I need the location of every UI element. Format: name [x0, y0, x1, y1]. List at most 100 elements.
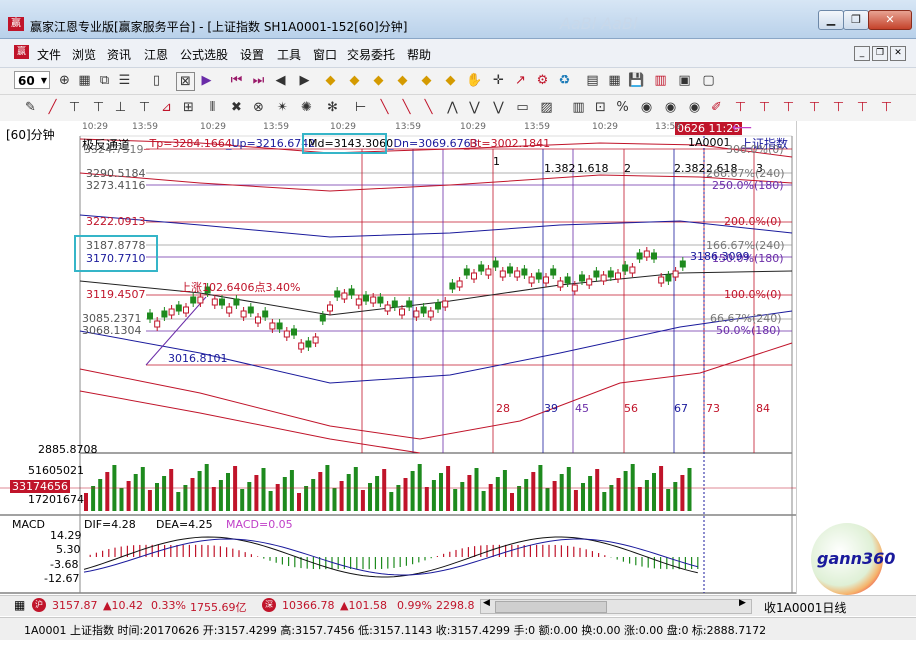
tool-k-icon[interactable]: ✺ [298, 99, 315, 116]
copy-icon[interactable]: ⧉ [96, 72, 113, 89]
app-menu-icon[interactable]: 赢 [14, 45, 29, 59]
menu-news[interactable]: 资讯 [107, 46, 131, 63]
candle-icon[interactable]: ▯ [148, 72, 165, 89]
maximize-button[interactable]: ❐ [843, 10, 869, 30]
quote-2-amount: 2298.8 [436, 599, 475, 612]
menu-formula[interactable]: 公式选股 [180, 46, 228, 63]
first-icon[interactable]: ⏮ [228, 72, 245, 89]
tool-aa-icon[interactable]: ✐ [708, 99, 725, 116]
menu-gann[interactable]: 江恩 [144, 46, 168, 63]
period-select[interactable]: 60 ▼ [14, 71, 50, 89]
chart-area[interactable]: [60]分钟 极反通道 _Tp=3284.1664 _Up=3216.6742 … [0, 120, 796, 594]
window-icon[interactable]: ▢ [700, 72, 717, 89]
tool-g-icon[interactable]: ⦀ [204, 99, 221, 116]
candle-body [557, 280, 564, 288]
tool-q-icon[interactable]: ⋀ [444, 99, 461, 116]
table-icon[interactable]: ▦ [606, 72, 623, 89]
menu-tools[interactable]: 工具 [277, 46, 301, 63]
diamond-5-icon[interactable]: ◆ [418, 72, 435, 89]
menu-settings[interactable]: 设置 [240, 46, 264, 63]
tool-p-icon[interactable]: ╲ [420, 99, 437, 116]
macd-name: MACD [12, 518, 45, 531]
daily-tab[interactable]: 收1A0001日线 [764, 599, 846, 616]
tool-a-icon[interactable]: ⊤ [66, 99, 83, 116]
horizontal-scrollbar[interactable]: ◀ ▶ [480, 598, 752, 614]
mdi-close-button[interactable]: ✕ [890, 46, 906, 61]
tool-z-icon[interactable]: ◉ [686, 99, 703, 116]
candle-body [197, 296, 204, 304]
tool-e-icon[interactable]: ⊿ [158, 99, 175, 116]
grid-icon[interactable]: ▦ [76, 72, 93, 89]
mdi-restore-button[interactable]: ❐ [872, 46, 888, 61]
diamond-2-icon[interactable]: ◆ [346, 72, 363, 89]
scroll-thumb[interactable] [495, 601, 607, 613]
tool-ag-icon[interactable]: ⊤ [854, 99, 871, 116]
cross-icon[interactable]: ⊠ [176, 72, 195, 91]
chart-red-icon[interactable]: ▥ [652, 72, 669, 89]
chart-icon[interactable]: ▣ [676, 72, 693, 89]
tool-af-icon[interactable]: ⊤ [830, 99, 847, 116]
volume-bar [190, 478, 195, 511]
pen-icon[interactable]: ✎ [22, 99, 39, 116]
gann-fan-icon[interactable]: ⚙ [534, 72, 551, 89]
tool-u-icon[interactable]: ▨ [538, 99, 555, 116]
tool-d-icon[interactable]: ⊤ [136, 99, 153, 116]
tool-b-icon[interactable]: ⊤ [90, 99, 107, 116]
scroll-right-icon[interactable]: ▶ [739, 598, 746, 608]
percent-icon[interactable]: % [614, 99, 631, 116]
close-button[interactable]: ✕ [868, 10, 912, 30]
cycle-icon[interactable]: ♻ [556, 72, 573, 89]
line-icon[interactable]: ╱ [44, 99, 61, 116]
tool-s-icon[interactable]: ⋁ [490, 99, 507, 116]
calendar-icon[interactable]: ▤ [584, 72, 601, 89]
tool-t-icon[interactable]: ▭ [514, 99, 531, 116]
hand-icon[interactable]: ✋ [466, 72, 483, 89]
tool-w-icon[interactable]: ⊡ [592, 99, 609, 116]
zoom-icon[interactable]: ⊕ [56, 72, 73, 89]
flag-icon[interactable]: ▶ [198, 72, 215, 89]
save-icon[interactable]: 💾 [628, 72, 645, 89]
scroll-left-icon[interactable]: ◀ [483, 598, 490, 608]
menu-file[interactable]: 文件 [37, 46, 61, 63]
tool-i-icon[interactable]: ⊗ [250, 99, 267, 116]
diamond-3-icon[interactable]: ◆ [370, 72, 387, 89]
last-icon[interactable]: ⏭ [250, 72, 267, 89]
crosshair-icon[interactable]: ✛ [490, 72, 507, 89]
candle-body [255, 316, 261, 324]
diamond-1-icon[interactable]: ◆ [322, 72, 339, 89]
tool-ab-icon[interactable]: ⊤ [732, 99, 749, 116]
minimize-button[interactable]: ▁ [818, 10, 844, 30]
tool-v-icon[interactable]: ▥ [570, 99, 587, 116]
tool-l-icon[interactable]: ✻ [324, 99, 341, 116]
volume-bar [339, 481, 344, 511]
menu-trade[interactable]: 交易委托 [347, 46, 395, 63]
tool-ad-icon[interactable]: ⊤ [780, 99, 797, 116]
tool-ae-icon[interactable]: ⊤ [806, 99, 823, 116]
diamond-6-icon[interactable]: ◆ [442, 72, 459, 89]
diamond-4-icon[interactable]: ◆ [394, 72, 411, 89]
tool-ah-icon[interactable]: ⊤ [878, 99, 895, 116]
mdi-minimize-button[interactable]: _ [854, 46, 870, 61]
time-tick: 10:29 [200, 122, 226, 132]
tool-x-icon[interactable]: ◉ [638, 99, 655, 116]
menu-help[interactable]: 帮助 [407, 46, 431, 63]
tool-y-icon[interactable]: ◉ [662, 99, 679, 116]
tool-n-icon[interactable]: ╲ [376, 99, 393, 116]
grid-menu-icon[interactable]: ▦ [14, 598, 25, 612]
tool-o-icon[interactable]: ╲ [398, 99, 415, 116]
tool-ac-icon[interactable]: ⊤ [756, 99, 773, 116]
menu-window[interactable]: 窗口 [313, 46, 337, 63]
right-icon[interactable]: ▶ [296, 72, 313, 89]
tool-r-icon[interactable]: ⋁ [466, 99, 483, 116]
tool-m-icon[interactable]: ⊢ [352, 99, 369, 116]
trend-icon[interactable]: ↗ [512, 72, 529, 89]
tool-j-icon[interactable]: ✴ [274, 99, 291, 116]
list-icon[interactable]: ☰ [116, 72, 133, 89]
tool-c-icon[interactable]: ⊥ [112, 99, 129, 116]
tool-f-icon[interactable]: ⊞ [180, 99, 197, 116]
volume-bar [545, 488, 550, 511]
menu-browse[interactable]: 浏览 [72, 46, 96, 63]
left-icon[interactable]: ◀ [272, 72, 289, 89]
tool-h-icon[interactable]: ✖ [228, 99, 245, 116]
price-label: 3222.0913 [86, 215, 146, 228]
